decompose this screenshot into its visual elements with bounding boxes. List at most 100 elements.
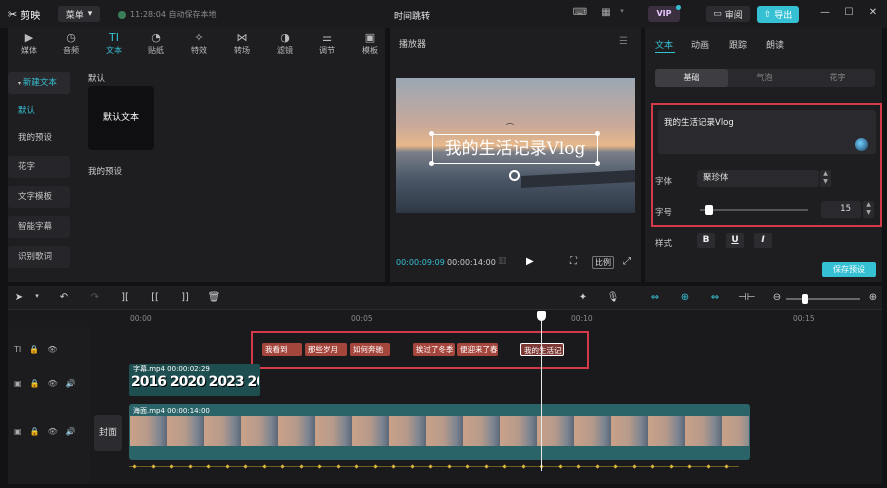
preview-axis-icon[interactable]: ⊣⊢ <box>738 292 755 306</box>
sidebar-item-flower-text[interactable]: 花字 <box>8 156 70 178</box>
redo-icon[interactable]: ↷ <box>88 292 102 306</box>
chevron-down-icon[interactable]: ▾ <box>614 7 630 21</box>
undo-icon[interactable]: ↶ <box>57 292 71 306</box>
resize-handle[interactable] <box>429 161 434 166</box>
underline-button[interactable]: U <box>726 233 744 248</box>
ruler-label: 00:00 <box>130 314 152 323</box>
resize-handle[interactable] <box>595 161 600 166</box>
keyframe-line <box>129 466 739 467</box>
lock-icon[interactable]: 🔒 <box>29 345 39 354</box>
highlight-box <box>651 103 882 227</box>
playhead-handle[interactable] <box>537 311 546 321</box>
tab-animation[interactable]: 动画 <box>691 38 709 51</box>
check-icon <box>118 10 126 19</box>
speaker-icon[interactable]: 🔊 <box>66 379 76 388</box>
eye-icon[interactable]: 👁 <box>47 345 57 354</box>
zoom-slider-thumb[interactable] <box>802 294 808 304</box>
materials-panel <box>8 28 385 282</box>
ratio-button[interactable]: 比例 <box>592 256 614 269</box>
chevron-down-icon[interactable]: ▾ <box>30 292 44 306</box>
sidebar-item-text-template[interactable]: 文字模板 <box>8 186 70 208</box>
resize-handle[interactable] <box>429 131 434 136</box>
section-default: 默认 <box>88 74 106 84</box>
subtab-bar: 基础 气泡 花字 <box>655 69 875 87</box>
zoom-out-icon[interactable]: ⊖ <box>770 292 784 306</box>
sidebar-item-lyrics[interactable]: 识别歌词 <box>8 246 70 268</box>
tab-read-aloud[interactable]: 朗读 <box>766 38 784 51</box>
app-window: ✂ 剪映 菜单 ▾ 11:28:04 自动保存本地 时间跳转 ⌨ ▦ ▾ VIP ▭… <box>0 0 887 488</box>
menu-icon[interactable]: ☰ <box>619 36 628 47</box>
tab-adjust[interactable]: ⚌ 调节 <box>312 31 342 56</box>
tab-media[interactable]: ▶ 媒体 <box>14 31 44 56</box>
media-icon: ▶ <box>24 31 34 44</box>
tab-transition[interactable]: ⋈ 转场 <box>227 31 257 56</box>
ruler-label: 00:15 <box>793 314 815 323</box>
eye-icon[interactable]: 👁 <box>48 427 58 436</box>
template-icon: ▣ <box>364 31 376 44</box>
link-main-track-icon[interactable]: ⇔ <box>648 292 662 306</box>
transition-icon: ⋈ <box>236 31 248 44</box>
playhead[interactable] <box>541 313 542 471</box>
snap-icon[interactable]: ⊕ <box>678 292 692 306</box>
sidebar-item-default[interactable]: 默认 <box>8 100 70 122</box>
clip-filmstrip <box>130 416 749 446</box>
sidebar-item-my-presets[interactable]: 我的预设 <box>8 127 70 149</box>
split-left-icon[interactable]: [[ <box>148 292 162 306</box>
sidebar-item-new-text[interactable]: ▾ 新建文本 <box>8 72 70 94</box>
save-preset-button[interactable]: 保存预设 <box>822 262 876 277</box>
clip-title: 海面.mp4 00:00:14:00 <box>133 407 210 415</box>
close-icon[interactable]: ✕ <box>866 7 880 21</box>
tab-filter[interactable]: ◑ 滤镜 <box>270 31 300 56</box>
fullscreen-icon[interactable]: ⤢ <box>623 256 631 267</box>
microphone-icon[interactable]: 🎙 <box>606 292 620 306</box>
split-icon[interactable]: ][ <box>118 292 132 306</box>
tab-effects[interactable]: ✧ 特效 <box>184 31 214 56</box>
subtab-basic[interactable]: 基础 <box>655 69 728 87</box>
grid-icon[interactable]: ▥ <box>498 256 507 266</box>
zoom-slider[interactable] <box>786 298 860 300</box>
eye-icon[interactable]: 👁 <box>48 379 58 388</box>
menu-button[interactable]: 菜单 ▾ <box>58 6 100 22</box>
keyboard-icon[interactable]: ⌨ <box>572 7 588 21</box>
linkage-icon[interactable]: ⇔ <box>708 292 722 306</box>
lock-icon[interactable]: 🔒 <box>30 427 40 436</box>
delete-icon[interactable]: 🗑 <box>207 292 221 306</box>
tab-template[interactable]: ▣ 模板 <box>355 31 385 56</box>
export-button[interactable]: ⇧ 导出 <box>757 6 799 23</box>
review-button[interactable]: ▭ 审阅 <box>706 6 750 22</box>
lock-icon[interactable]: 🔒 <box>30 379 40 388</box>
tab-text-props[interactable]: 文本 <box>655 38 673 51</box>
section-my-presets: 我的预设 <box>88 167 123 177</box>
resize-handle[interactable] <box>595 131 600 136</box>
sidebar-item-smart-subtitle[interactable]: 智能字幕 <box>8 216 70 238</box>
video-track-icon: ▣ <box>14 379 22 388</box>
subtab-flower[interactable]: 花字 <box>801 69 874 87</box>
ai-effect-icon[interactable]: ✦ <box>576 292 590 306</box>
filter-icon: ◑ <box>280 31 290 44</box>
subtab-bubble[interactable]: 气泡 <box>728 69 801 87</box>
select-tool-icon[interactable]: ➤ <box>12 292 26 306</box>
split-right-icon[interactable]: ]] <box>178 292 192 306</box>
minimize-icon[interactable]: — <box>818 7 832 21</box>
bold-button[interactable]: B <box>697 233 715 248</box>
cover-button[interactable]: 封面 <box>94 415 122 451</box>
bird-icon: ⌒ <box>506 123 514 132</box>
tab-audio[interactable]: ◷ 音频 <box>56 31 86 56</box>
tab-tracking[interactable]: 跟踪 <box>729 38 747 51</box>
active-tab-underline <box>655 52 675 53</box>
play-button[interactable]: ▶ <box>526 256 534 267</box>
italic-button[interactable]: I <box>754 233 772 248</box>
default-text-card[interactable]: 默认文本 <box>88 86 154 150</box>
crop-icon[interactable]: ⛶ <box>570 256 577 267</box>
time-ruler[interactable]: 00:00 00:05 00:10 00:15 <box>90 311 882 327</box>
layout-icon[interactable]: ▦ <box>598 7 614 21</box>
video-track-icon: ▣ <box>14 427 22 436</box>
rotate-icon[interactable] <box>509 170 520 181</box>
video-preview[interactable]: ⌒ 我的生活记录Vlog <box>396 78 635 213</box>
tab-text[interactable]: TI 文本 <box>99 31 129 56</box>
speaker-icon[interactable]: 🔊 <box>66 427 76 436</box>
overlay-text[interactable]: 我的生活记录Vlog <box>432 134 598 164</box>
tab-sticker[interactable]: ◔ 贴纸 <box>141 31 171 56</box>
maximize-icon[interactable]: ☐ <box>842 7 856 21</box>
zoom-in-icon[interactable]: ⊕ <box>866 292 880 306</box>
